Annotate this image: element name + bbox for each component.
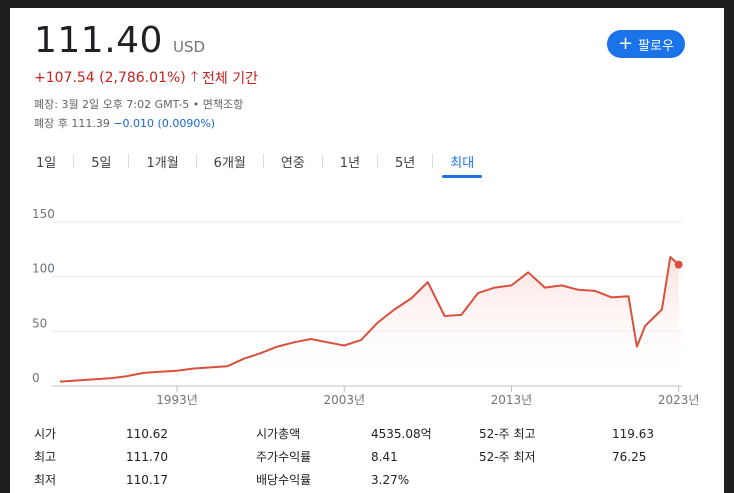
tab-ytd[interactable]: 연중 [273, 149, 313, 173]
stat-label-dividend-yield: 배당수익률 [256, 473, 312, 487]
tab-1m[interactable]: 1개월 [138, 149, 186, 173]
tab-divider [73, 154, 75, 168]
stat-label-high: 최고 [34, 450, 57, 464]
arrow-up-icon: 🡑 [190, 69, 199, 85]
tab-5y[interactable]: 5년 [387, 149, 423, 173]
tab-6m[interactable]: 6개월 [206, 149, 254, 173]
price-row: 111.40 USD [34, 20, 205, 61]
stat-value-market-cap: 4535.08억 [371, 427, 432, 441]
tab-divider [128, 154, 130, 168]
after-hours-change: −0.010 (0.0090%) [113, 117, 216, 130]
after-hours-info: 폐장 후 111.39 −0.010 (0.0090%) [34, 115, 215, 131]
tab-max[interactable]: 최대 [442, 149, 483, 178]
stat-value-high: 111.70 [126, 449, 168, 464]
x-tick-label: 2003년 [323, 393, 365, 407]
price-change-row: +107.54 (2,786.01%) 🡑 전체 기간 [34, 66, 258, 90]
stat-label-52w-high: 52-주 최고 [479, 427, 536, 441]
x-tick-label: 2023년 [658, 393, 700, 407]
stats-row-2: 최고 111.70 주가수익률 8.41 52-주 최저 76.25 [34, 445, 714, 468]
x-tick-label: 2013년 [491, 393, 533, 407]
tab-divider [432, 154, 434, 168]
stat-value-52w-high: 119.63 [612, 426, 654, 441]
tab-divider [262, 154, 264, 168]
y-tick-label: 100 [32, 262, 55, 276]
tab-1y[interactable]: 1년 [332, 149, 368, 173]
stock-quote-card: 111.40 USD + 팔로우 +107.54 (2,786.01%) 🡑 전… [10, 8, 724, 493]
stat-value-52w-low: 76.25 [612, 449, 647, 464]
stat-label-open: 시가 [34, 427, 57, 441]
change-period: 전체 기간 [202, 71, 259, 87]
tab-1d[interactable]: 1일 [28, 149, 64, 173]
key-stats-table: 시가 110.62 시가총액 4535.08억 52-주 최고 119.63 최… [34, 422, 714, 491]
last-price-dot [674, 260, 683, 269]
tab-5d[interactable]: 5일 [83, 149, 119, 173]
price-chart[interactable]: 0 50 100 150 1993년 2003년 2013년 2023년 [10, 198, 724, 413]
stats-row-3: 최저 110.17 배당수익률 3.27% [34, 468, 714, 491]
stat-label-low: 최저 [34, 473, 57, 487]
x-tick-label: 1993년 [156, 393, 198, 407]
price-change: +107.54 (2,786.01%) [34, 70, 186, 86]
stat-label-pe-ratio: 주가수익률 [256, 450, 312, 464]
stat-label-market-cap: 시가총액 [256, 427, 301, 441]
stat-value-low: 110.17 [126, 472, 168, 487]
tab-divider [195, 154, 197, 168]
stat-value-dividend-yield: 3.27% [371, 472, 410, 487]
range-tabs: 1일 5일 1개월 6개월 연중 1년 5년 최대 [28, 148, 483, 178]
tab-divider [321, 154, 323, 168]
y-tick-label: 0 [32, 371, 40, 385]
stat-value-open: 110.62 [126, 426, 168, 441]
y-tick-label: 150 [32, 207, 55, 221]
market-closed-info: 폐장: 3월 2일 오후 7:02 GMT-5 • 면책조항 [34, 98, 244, 111]
stat-value-pe-ratio: 8.41 [371, 449, 398, 464]
current-price: 111.40 [34, 20, 163, 61]
stat-label-52w-low: 52-주 최저 [479, 450, 536, 464]
follow-button-label: 팔로우 [638, 38, 674, 54]
tab-divider [377, 154, 379, 168]
follow-button[interactable]: + 팔로우 [607, 30, 685, 58]
plus-icon: + [618, 33, 634, 54]
stats-row-1: 시가 110.62 시가총액 4535.08억 52-주 최고 119.63 [34, 422, 714, 445]
y-tick-label: 50 [32, 316, 47, 330]
after-hours-price: 폐장 후 111.39 [34, 117, 110, 130]
currency-label: USD [172, 38, 206, 56]
